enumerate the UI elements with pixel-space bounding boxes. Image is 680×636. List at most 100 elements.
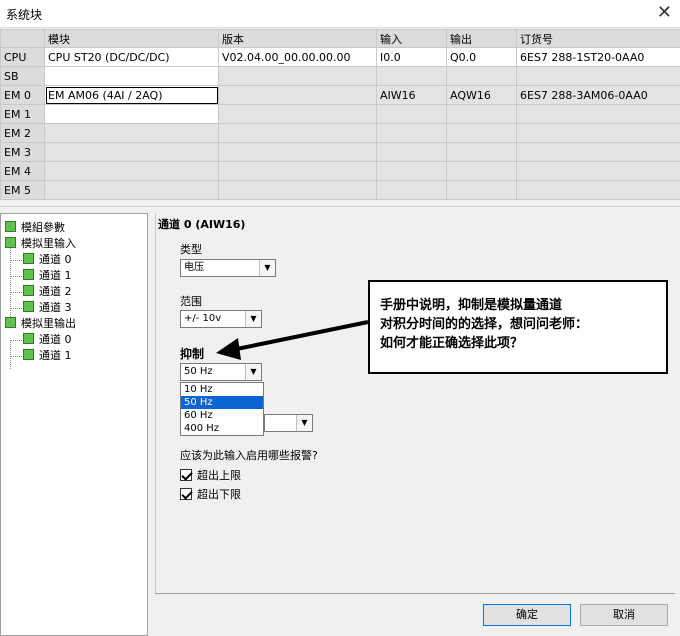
range-select[interactable]: +/- 10v ▼ xyxy=(180,310,262,328)
dropdown-option[interactable]: 60 Hz xyxy=(181,409,263,422)
tree-item-analog-output[interactable]: 模拟里输出 xyxy=(5,316,76,332)
table-row[interactable]: EM 3 xyxy=(0,142,680,162)
version-cell xyxy=(218,123,377,143)
row-header: EM 2 xyxy=(0,123,45,143)
type-select[interactable]: 电压 ▼ xyxy=(180,259,276,277)
pane-splitter[interactable] xyxy=(0,206,680,212)
tree-item-input-channel-2[interactable]: 通道 2 xyxy=(23,284,72,300)
module-cell[interactable] xyxy=(44,161,219,181)
version-cell: V02.04.00_00.00.00.00 xyxy=(218,47,377,67)
output-cell xyxy=(446,104,517,124)
input-cell xyxy=(376,161,447,181)
table-row[interactable]: EM 0 EM AM06 (4AI / 2AQ) AIW16 AQW16 6ES… xyxy=(0,85,680,105)
table-row[interactable]: EM 2 xyxy=(0,123,680,143)
annotation-note: 手册中说明，抑制是模拟量通道 对积分时间的的选择，想问问老师： 如何才能正确选择… xyxy=(368,280,668,374)
row-header: SB xyxy=(0,66,45,86)
tree-item-module-params[interactable]: 模組參數 xyxy=(5,220,65,236)
tree-item-label: 通道 0 xyxy=(39,253,72,266)
output-cell: Q0.0 xyxy=(446,47,517,67)
tree-item-output-channel-1[interactable]: 通道 1 xyxy=(23,348,72,364)
ok-button[interactable]: 确定 xyxy=(483,604,571,626)
dropdown-option[interactable]: 10 Hz xyxy=(181,383,263,396)
tree-item-label: 通道 0 xyxy=(39,333,72,346)
column-header-order-number[interactable]: 订货号 xyxy=(516,29,680,48)
green-square-icon xyxy=(23,269,34,280)
module-cell[interactable] xyxy=(44,142,219,162)
input-cell xyxy=(376,142,447,162)
module-cell[interactable] xyxy=(44,66,219,86)
table-header-row: 模块 版本 输入 输出 订货号 xyxy=(0,29,680,48)
table-row[interactable]: CPU CPU ST20 (DC/DC/DC) V02.04.00_00.00.… xyxy=(0,47,680,67)
dropdown-option[interactable]: 400 Hz xyxy=(181,422,263,435)
output-cell: AQW16 xyxy=(446,85,517,105)
cancel-button[interactable]: 取消 xyxy=(580,604,668,626)
tree-item-analog-input[interactable]: 模拟里输入 xyxy=(5,236,76,252)
type-select-value: 电压 xyxy=(184,262,204,273)
module-table: 模块 版本 输入 输出 订货号 CPU CPU ST20 (DC/DC/DC) … xyxy=(0,29,680,200)
version-cell xyxy=(218,161,377,181)
column-header-module[interactable]: 模块 xyxy=(44,29,219,48)
input-cell xyxy=(376,66,447,86)
input-cell xyxy=(376,104,447,124)
tree-connector xyxy=(10,308,22,309)
row-header: EM 3 xyxy=(0,142,45,162)
checkmark-icon[interactable] xyxy=(180,488,192,500)
table-row[interactable]: EM 5 xyxy=(0,180,680,200)
row-header: EM 1 xyxy=(0,104,45,124)
column-header-version[interactable]: 版本 xyxy=(218,29,377,48)
input-cell: I0.0 xyxy=(376,47,447,67)
annotation-line: 如何才能正确选择此项？ xyxy=(380,336,524,351)
module-cell[interactable]: CPU ST20 (DC/DC/DC) xyxy=(44,47,219,67)
checkmark-icon[interactable] xyxy=(180,469,192,481)
annotation-line: 手册中说明，抑制是模拟量通道 xyxy=(380,298,563,313)
chevron-down-icon[interactable]: ▼ xyxy=(245,364,261,380)
alarm-upper-checkbox[interactable]: 超出上限 xyxy=(180,468,241,484)
tree-connector xyxy=(10,260,22,261)
green-square-icon xyxy=(5,221,16,232)
suppress-select[interactable]: 50 Hz ▼ xyxy=(180,363,262,381)
chevron-down-icon[interactable]: ▼ xyxy=(259,260,275,276)
hidden-select[interactable]: ▼ xyxy=(264,414,313,432)
tree-connector xyxy=(10,340,22,341)
table-row[interactable]: SB xyxy=(0,66,680,86)
column-header-output[interactable]: 输出 xyxy=(446,29,517,48)
tree-item-label: 模拟里输出 xyxy=(21,317,76,330)
table-row[interactable]: EM 4 xyxy=(0,161,680,181)
row-header: EM 4 xyxy=(0,161,45,181)
close-icon[interactable]: ✕ xyxy=(657,2,672,24)
column-header-input[interactable]: 输入 xyxy=(376,29,447,48)
module-cell[interactable] xyxy=(44,180,219,200)
tree-connector xyxy=(10,276,22,277)
order-number-cell: 6ES7 288-3AM06-0AA0 xyxy=(516,85,680,105)
tree-item-input-channel-1[interactable]: 通道 1 xyxy=(23,268,72,284)
module-cell[interactable] xyxy=(44,104,219,124)
tree-item-label: 模組參數 xyxy=(21,221,65,234)
tree-item-label: 通道 1 xyxy=(39,349,72,362)
chevron-down-icon[interactable]: ▼ xyxy=(296,415,312,431)
annotation-line: 对积分时间的的选择，想问问老师： xyxy=(380,317,589,332)
version-cell xyxy=(218,104,377,124)
order-number-cell: 6ES7 288-1ST20-0AA0 xyxy=(516,47,680,67)
suppress-label: 抑制 xyxy=(180,347,205,361)
tree-connector xyxy=(10,246,11,321)
dropdown-option-selected[interactable]: 50 Hz xyxy=(181,396,263,409)
column-header xyxy=(0,29,45,48)
tree-item-output-channel-0[interactable]: 通道 0 xyxy=(23,332,72,348)
order-number-cell xyxy=(516,142,680,162)
channel-title: 通道 0 (AIW16) xyxy=(158,218,246,231)
tree-item-input-channel-3[interactable]: 通道 3 xyxy=(23,300,72,316)
green-square-icon xyxy=(5,317,16,328)
tree-item-input-channel-0[interactable]: 通道 0 xyxy=(23,252,72,268)
suppress-dropdown-list: 10 Hz 50 Hz 60 Hz 400 Hz xyxy=(180,382,264,436)
row-header: EM 5 xyxy=(0,180,45,200)
output-cell xyxy=(446,66,517,86)
green-square-icon xyxy=(23,349,34,360)
green-square-icon xyxy=(23,301,34,312)
tree-item-label: 模拟里输入 xyxy=(21,237,76,250)
parameter-tree: 模組參數 模拟里输入 通道 0 通道 1 通道 2 通道 3 模拟里输出 通道 … xyxy=(0,213,148,636)
alarm-lower-checkbox[interactable]: 超出下限 xyxy=(180,487,241,503)
chevron-down-icon[interactable]: ▼ xyxy=(245,311,261,327)
table-row[interactable]: EM 1 xyxy=(0,104,680,124)
module-cell[interactable] xyxy=(44,123,219,143)
module-cell-selected[interactable]: EM AM06 (4AI / 2AQ) xyxy=(44,85,219,105)
